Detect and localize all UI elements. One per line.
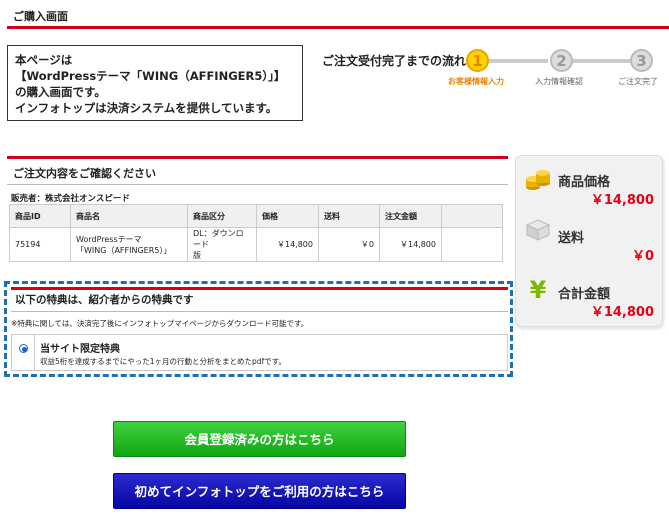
intro-notice: 本ページは 【WordPressテーマ「WING（AFFINGER5）」】 の購…: [7, 45, 303, 121]
step-2-icon: 2: [550, 49, 573, 72]
bonus-radio[interactable]: [19, 344, 28, 353]
intro-line: インフォトップは決済システムを提供しています。: [15, 101, 278, 115]
bonus-item-description: 収益5桁を達成するまでにやった1ヶ月の行動と分析をまとめたpdfです。: [40, 357, 286, 366]
bonus-section-title: 以下の特典は、紹介者からの特典です: [15, 294, 194, 306]
column-header: 商品ID: [9, 204, 71, 228]
step-1-icon: 1: [466, 49, 489, 72]
bonus-option[interactable]: 当サイト限定特典 収益5桁を達成するまでにやった1ヶ月の行動と分析をまとめたpd…: [11, 334, 508, 371]
yen-icon: ¥: [530, 277, 547, 301]
column-header: 送料: [318, 204, 380, 228]
product-total: ￥14,800: [379, 227, 442, 262]
column-header: 価格: [256, 204, 319, 228]
step-2-label: 入力情報確認: [535, 77, 583, 86]
coins-icon: [526, 170, 550, 190]
total-value: ￥14,800: [590, 305, 654, 320]
seller-info: 販売者：株式会社オンスピード: [11, 194, 130, 204]
page-title: ご購入画面: [13, 10, 68, 23]
product-id: 75194: [9, 227, 71, 262]
order-divider-bottom: [7, 184, 508, 185]
member-login-button[interactable]: 会員登録済みの方はこちら: [113, 421, 406, 457]
bonus-divider-top: [11, 287, 508, 290]
order-divider-top: [7, 156, 508, 159]
order-section-title: ご注文内容をご確認ください: [13, 167, 156, 180]
radio-dot-icon: [22, 347, 27, 352]
steps-title: ご注文受付完了までの流れ: [322, 54, 467, 68]
table-empty-cell: [441, 227, 503, 262]
product-price: ￥14,800: [256, 227, 319, 262]
intro-line: 本ページは: [15, 53, 73, 67]
table-row: 75194 WordPressテーマ 「WING（AFFINGER5）」 DL：ダ…: [9, 227, 503, 262]
bonus-divider-vertical: [34, 335, 35, 370]
intro-line: 【WordPressテーマ「WING（AFFINGER5）」】: [15, 69, 286, 83]
product-shipping: ￥0: [318, 227, 380, 262]
product-name: WordPressテーマ 「WING（AFFINGER5）」: [70, 227, 188, 262]
intro-line: の購入画面です。: [15, 85, 106, 99]
box-icon: [526, 219, 550, 241]
product-category: DL：ダウンロード版: [187, 227, 257, 262]
product-price-value: ￥14,800: [590, 193, 654, 208]
price-summary-panel: 商品価格 ￥14,800 送料 ￥0 ¥ 合計金額 ￥14,800: [515, 155, 663, 327]
shipping-label: 送料: [558, 231, 585, 246]
bonus-divider-bottom: [11, 311, 508, 312]
total-label: 合計金額: [558, 287, 611, 302]
bonus-note: ※特典に関しては、決済完了後にインフォトップマイページからダウンロード可能です。: [11, 319, 309, 328]
step-connector: [488, 59, 548, 63]
column-header: [441, 204, 503, 228]
column-header: 注文金額: [379, 204, 442, 228]
shipping-value: ￥0: [631, 249, 654, 264]
header-divider: [7, 26, 669, 29]
column-header: 商品区分: [187, 204, 257, 228]
order-table: 商品ID 商品名 商品区分 価格 送料 注文金額 75194 WordPress…: [9, 204, 503, 262]
step-1-label: お客様情報入力: [448, 77, 504, 86]
step-3-label: ご注文完了: [618, 77, 658, 86]
product-price-label: 商品価格: [558, 175, 611, 190]
first-time-user-button[interactable]: 初めてインフォトップをご利用の方はこちら: [113, 473, 406, 509]
column-header: 商品名: [70, 204, 188, 228]
svg-text:¥: ¥: [530, 277, 547, 301]
bonus-item-title: 当サイト限定特典: [40, 344, 120, 355]
step-connector: [572, 59, 632, 63]
step-3-icon: 3: [630, 49, 653, 72]
table-header-row: 商品ID 商品名 商品区分 価格 送料 注文金額: [9, 204, 503, 228]
